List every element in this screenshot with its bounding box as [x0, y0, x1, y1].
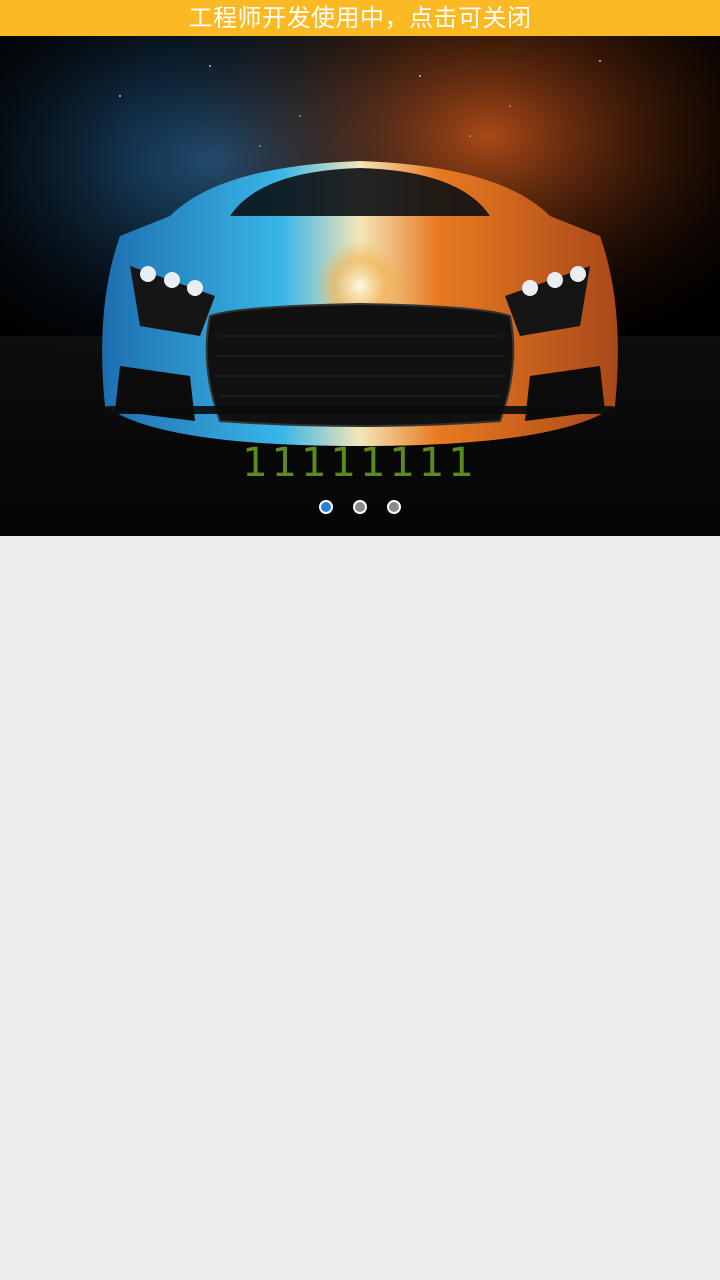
carousel-dot-1[interactable] — [319, 500, 333, 514]
carousel-dot-2[interactable] — [353, 500, 367, 514]
carousel-dot-3[interactable] — [387, 500, 401, 514]
carousel-caption: 11111111 — [242, 440, 478, 486]
dev-mode-banner[interactable]: 工程师开发使用中，点击可关闭 — [0, 0, 720, 36]
carousel-pagination — [0, 500, 720, 516]
image-carousel[interactable]: 11111111 — [0, 36, 720, 536]
dev-mode-banner-text: 工程师开发使用中，点击可关闭 — [188, 4, 532, 32]
content-area — [0, 536, 720, 1280]
